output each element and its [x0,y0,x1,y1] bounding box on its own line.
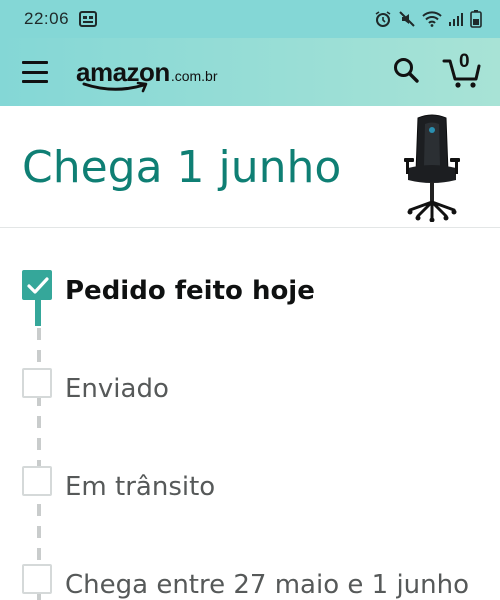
step-label: Enviado [65,374,169,404]
cart-count: 0 [459,51,470,72]
gaming-chair-image [404,114,460,223]
app-header: amazon .com.br 0 [0,38,500,106]
step-checkbox [22,368,52,398]
step-label: Chega entre 27 maio e 1 junho [65,570,470,600]
hamburger-menu-icon[interactable] [22,61,48,83]
amazon-smile-icon [82,81,148,92]
signal-icon [448,11,464,27]
step-checkbox [22,564,52,594]
amazon-logo[interactable]: amazon .com.br [76,57,218,92]
gallery-icon [79,11,98,27]
wifi-icon [422,11,442,27]
cart-button[interactable]: 0 [442,51,482,89]
delivery-date-title: Chega 1 junho [22,142,342,193]
shipment-timeline: Pedido feito hoje Enviado Em trânsito Ch… [0,228,500,600]
mute-icon [398,10,416,28]
delivery-header: Chega 1 junho [0,106,500,228]
timeline-step-shipped: Enviado [0,368,500,408]
logo-domain: .com.br [170,67,218,84]
step-checkbox [22,466,52,496]
alarm-icon [374,10,392,28]
step-label: Em trânsito [65,472,216,502]
checkmark-icon [27,277,49,294]
step-checkbox-checked [22,270,52,300]
product-image[interactable] [398,114,466,223]
step-label: Pedido feito hoje [65,276,315,306]
status-bar: 22:06 [0,0,500,38]
timeline-step-in-transit: Em trânsito [0,466,500,506]
timeline-step-arrival: Chega entre 27 maio e 1 junho [0,564,500,600]
timeline-step-ordered: Pedido feito hoje [0,270,500,310]
search-icon[interactable] [392,56,420,89]
battery-icon [470,10,482,28]
status-time: 22:06 [24,9,70,28]
timeline-track [37,306,41,600]
